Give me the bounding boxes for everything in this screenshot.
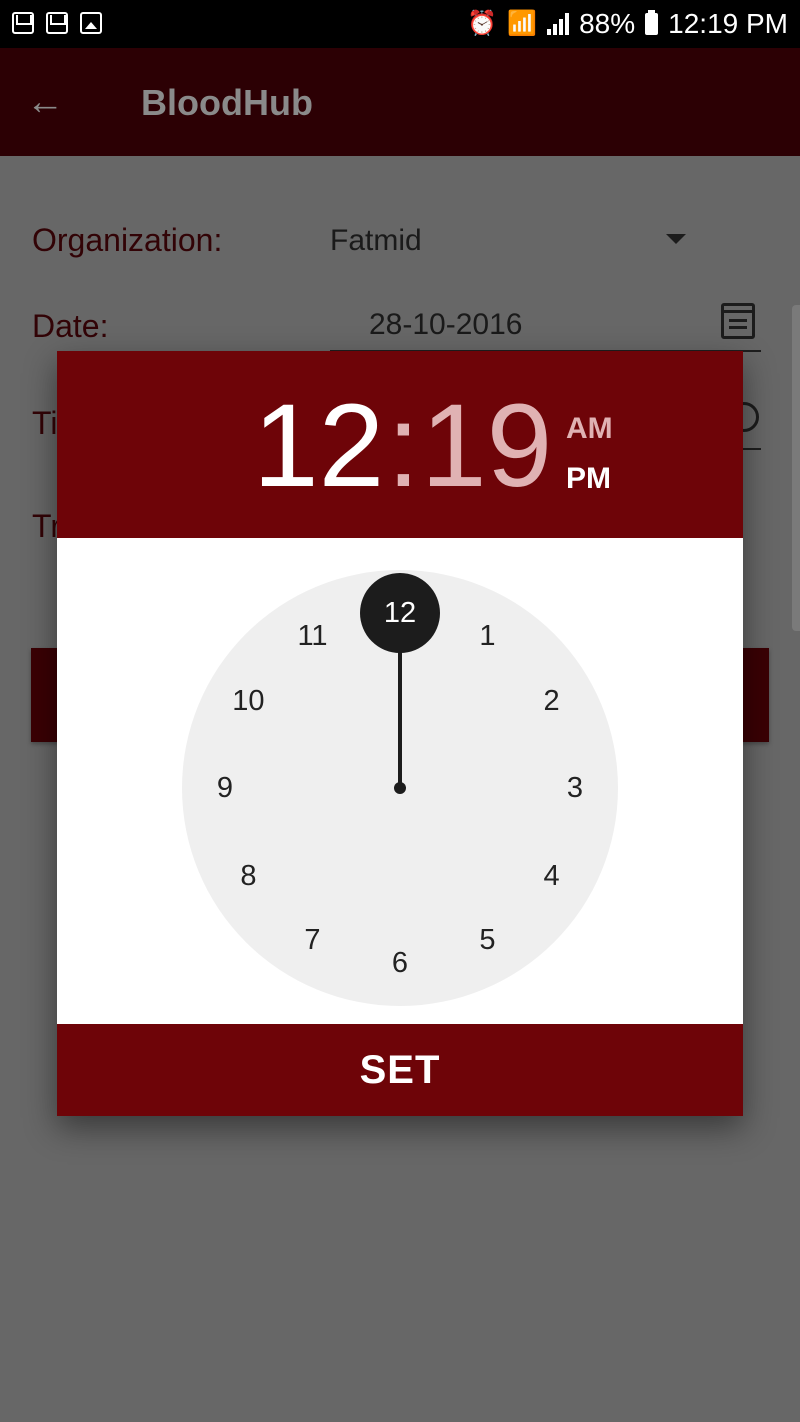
battery-percent: 88% (579, 8, 636, 39)
minute-display[interactable]: 19 (421, 381, 552, 511)
clock-center-dot (394, 782, 406, 794)
clock-number-11[interactable]: 11 (283, 616, 343, 656)
organization-select[interactable]: Fatmid (330, 224, 422, 258)
organization-label: Organization: (32, 222, 223, 258)
gallery-icon (80, 12, 102, 34)
edge-panel-handle[interactable] (792, 305, 800, 631)
time-separator: : (387, 380, 420, 512)
arrow-back-icon[interactable]: ← (26, 82, 66, 122)
battery-icon (645, 10, 659, 35)
clock-number-8[interactable]: 8 (218, 856, 278, 896)
app-bar: ← BloodHub (0, 48, 800, 156)
time-picker-dialog: 12 : 19 AM PM 12 1 2 3 4 5 6 7 8 9 10 11 SET (57, 351, 743, 1116)
app-title: BloodHub (141, 82, 313, 123)
wifi-icon: 📶 (507, 10, 538, 37)
alarm-icon: ⏰ (467, 10, 498, 37)
status-bar: ⏰ 📶 88% 12:19 PM (0, 0, 800, 48)
clock-number-5[interactable]: 5 (458, 920, 518, 960)
dropdown-arrow-icon[interactable] (666, 234, 686, 244)
clock-number-12[interactable]: 12 (370, 593, 430, 633)
clock-number-10[interactable]: 10 (218, 681, 278, 721)
status-time: 12:19 PM (668, 8, 788, 39)
clock-dial[interactable]: 12 1 2 3 4 5 6 7 8 9 10 11 (182, 570, 618, 1006)
clock-number-6[interactable]: 6 (370, 943, 430, 983)
calendar-icon[interactable] (721, 303, 755, 339)
clock-number-9[interactable]: 9 (195, 768, 255, 808)
clock-number-1[interactable]: 1 (458, 616, 518, 656)
clock-number-7[interactable]: 7 (283, 920, 343, 960)
clock-number-4[interactable]: 4 (522, 856, 582, 896)
hour-display[interactable]: 12 (253, 381, 384, 511)
time-label: Ti (32, 405, 58, 441)
clock-number-2[interactable]: 2 (522, 681, 582, 721)
pm-toggle[interactable]: PM (566, 462, 611, 496)
gmail-icon (12, 12, 34, 34)
am-toggle[interactable]: AM (566, 412, 613, 446)
time-picker-body: 12 1 2 3 4 5 6 7 8 9 10 11 (57, 538, 743, 1024)
gmail-icon (46, 12, 68, 34)
signal-icon (547, 13, 570, 35)
date-label: Date: (32, 308, 109, 344)
set-button[interactable]: SET (57, 1024, 743, 1116)
clock-hand[interactable] (398, 644, 402, 788)
date-field[interactable]: 28-10-2016 (369, 308, 522, 342)
clock-number-3[interactable]: 3 (545, 768, 605, 808)
time-picker-header: 12 : 19 AM PM (57, 351, 743, 538)
